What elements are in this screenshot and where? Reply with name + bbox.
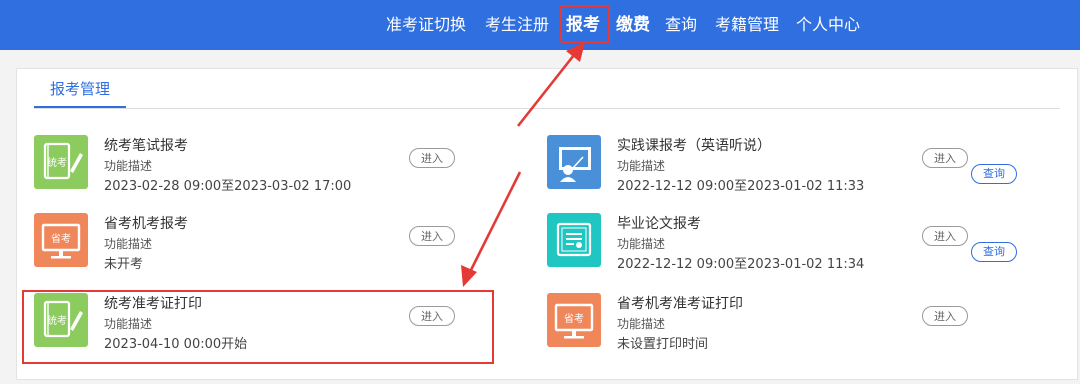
computer-monitor-icon[interactable]: 省考 — [547, 293, 601, 347]
nav-item-payment[interactable]: 缴费 — [616, 0, 650, 50]
card-description: 功能描述 — [104, 237, 153, 251]
card-time: 未设置打印时间 — [617, 337, 709, 352]
card-title: 毕业论文报考 — [617, 216, 701, 232]
card-unified-written-exam: 统考 统考笔试报考 功能描述 2023-02-28 09:00至2023-03-… — [34, 135, 504, 199]
card-practice-course: 实践课报考（英语听说） 功能描述 2022-12-12 09:00至2023-0… — [547, 135, 1017, 199]
enter-button[interactable]: 进入 — [409, 148, 455, 168]
card-time: 2022-12-12 09:00至2023-01-02 11:34 — [617, 257, 865, 272]
card-title: 省考机考报考 — [104, 216, 188, 232]
nav-highlight-box — [560, 5, 610, 43]
card-provincial-admission-print: 省考 省考机考准考证打印 功能描述 未设置打印时间 进入 — [547, 293, 1017, 357]
diploma-document-icon[interactable] — [547, 213, 601, 267]
enter-button[interactable]: 进入 — [922, 226, 968, 246]
card-title: 统考笔试报考 — [104, 138, 188, 154]
top-nav-bar: 准考证切换 考生注册 报考 缴费 查询 考籍管理 个人中心 — [0, 0, 1080, 50]
svg-text:省考: 省考 — [51, 232, 71, 245]
query-button[interactable]: 查询 — [971, 242, 1017, 262]
presenter-board-icon[interactable] — [547, 135, 601, 189]
card-description: 功能描述 — [617, 237, 666, 251]
enter-button[interactable]: 进入 — [409, 226, 455, 246]
query-button[interactable]: 查询 — [971, 164, 1017, 184]
card-title: 省考机考准考证打印 — [617, 296, 743, 312]
nav-item-register[interactable]: 考生注册 — [485, 0, 549, 50]
card-highlight-box — [22, 290, 494, 364]
enter-button[interactable]: 进入 — [922, 148, 968, 168]
computer-monitor-icon[interactable]: 省考 — [34, 213, 88, 267]
certificate-pen-icon[interactable]: 统考 — [34, 135, 88, 189]
card-graduation-thesis: 毕业论文报考 功能描述 2022-12-12 09:00至2023-01-02 … — [547, 213, 1017, 277]
card-provincial-computer-exam: 省考 省考机考报考 功能描述 未开考 进入 — [34, 213, 504, 277]
card-time: 2023-02-28 09:00至2023-03-02 17:00 — [104, 179, 352, 194]
nav-item-query[interactable]: 查询 — [665, 0, 697, 50]
card-title: 实践课报考（英语听说） — [617, 138, 771, 154]
card-time: 未开考 — [104, 257, 144, 272]
nav-item-admission-switch[interactable]: 准考证切换 — [386, 0, 466, 50]
svg-text:省考: 省考 — [564, 312, 584, 325]
svg-text:统考: 统考 — [47, 156, 67, 169]
card-description: 功能描述 — [617, 317, 666, 331]
tab-bar: 报考管理 — [34, 74, 1060, 109]
nav-item-records[interactable]: 考籍管理 — [715, 0, 779, 50]
enter-button[interactable]: 进入 — [922, 306, 968, 326]
nav-item-profile[interactable]: 个人中心 — [796, 0, 860, 50]
card-time: 2022-12-12 09:00至2023-01-02 11:33 — [617, 179, 865, 194]
card-description: 功能描述 — [104, 159, 153, 173]
card-description: 功能描述 — [617, 159, 666, 173]
tab-exam-management[interactable]: 报考管理 — [34, 74, 126, 108]
